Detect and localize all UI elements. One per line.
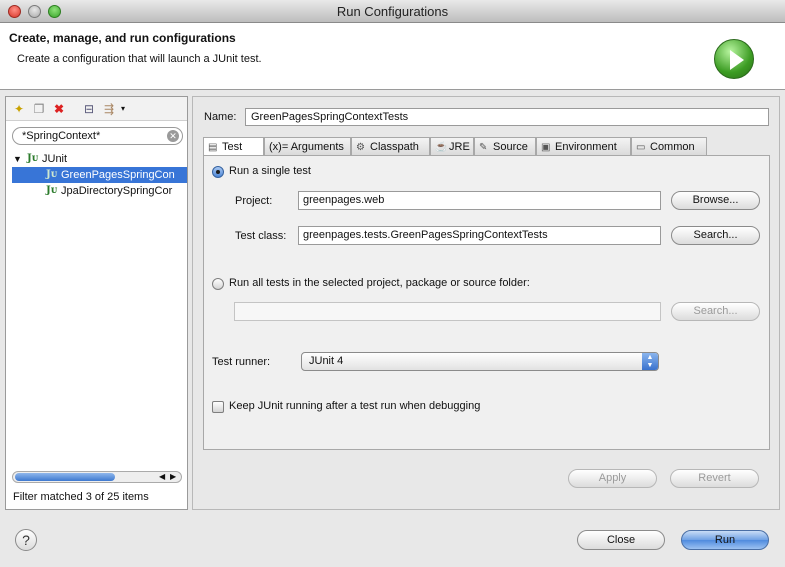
test-class-label: Test class: (235, 230, 287, 242)
close-button[interactable]: Close (577, 530, 665, 550)
project-field[interactable]: greenpages.web (298, 191, 661, 210)
apply-button[interactable]: Apply (568, 469, 657, 488)
test-tab-panel: Run a single test Project: greenpages.we… (203, 155, 770, 450)
tree-item-greenpages[interactable]: Jᴜ GreenPagesSpringCon (12, 167, 187, 183)
junit-icon: Jᴜ (27, 153, 39, 164)
banner-subtitle: Create a configuration that will launch … (17, 53, 262, 65)
collapse-all-icon[interactable]: ⊟ (82, 102, 96, 116)
tab-classpath[interactable]: ⚙ Classpath (351, 137, 430, 156)
header-banner: Create, manage, and run configurations C… (0, 23, 785, 90)
search-button[interactable]: Search... (671, 226, 760, 245)
clear-filter-icon[interactable]: ✕ (167, 130, 179, 142)
tab-arguments[interactable]: (x)= Arguments (264, 137, 351, 156)
horizontal-scrollbar[interactable]: ◀ ▶ (12, 471, 182, 483)
project-label: Project: (235, 195, 273, 207)
banner-title: Create, manage, and run configurations (9, 31, 236, 45)
tab-test[interactable]: ▤ Test (203, 137, 264, 157)
name-label: Name: (204, 111, 237, 123)
tab-common[interactable]: ▭ Common (631, 137, 707, 156)
tree-item-label: JpaDirectorySpringCor (61, 185, 173, 197)
tree-toolbar: ✦ ❐ ✖ ⊟ ⇶ ▾ (6, 97, 187, 121)
scroll-right-icon[interactable]: ▶ (170, 472, 176, 482)
title-bar: Run Configurations (0, 0, 785, 23)
test-runner-select[interactable]: JUnit 4 ▲ ▼ (301, 352, 659, 371)
revert-button[interactable]: Revert (670, 469, 759, 488)
launch-config-tree-panel: ✦ ❐ ✖ ⊟ ⇶ ▾ *SpringContext* ✕ ▼ Jᴜ JUnit… (5, 96, 188, 510)
config-editor-panel: Name: GreenPagesSpringContextTests ▤ Test… (192, 96, 780, 510)
tree-category-label: JUnit (42, 153, 68, 165)
single-test-radio[interactable] (212, 166, 224, 178)
container-field[interactable] (234, 302, 661, 321)
tab-environment[interactable]: ▣ Environment (536, 137, 631, 156)
duplicate-icon[interactable]: ❐ (32, 102, 46, 116)
arguments-icon: (x)= (269, 141, 289, 153)
tree-item-jpadirectory[interactable]: Jᴜ JpaDirectorySpringCor (12, 183, 187, 199)
delete-icon[interactable]: ✖ (52, 102, 66, 116)
scrollbar-thumb[interactable] (15, 473, 115, 481)
single-test-label: Run a single test (229, 165, 311, 177)
all-tests-radio[interactable] (212, 278, 224, 290)
new-config-icon[interactable]: ✦ (12, 102, 26, 116)
filter-input[interactable]: *SpringContext* ✕ (12, 127, 183, 145)
window-title: Run Configurations (336, 4, 449, 19)
filter-value: *SpringContext* (22, 130, 101, 142)
scroll-left-icon[interactable]: ◀ (159, 472, 165, 482)
browse-button[interactable]: Browse... (671, 191, 760, 210)
filter-status: Filter matched 3 of 25 items (13, 491, 149, 503)
help-icon[interactable]: ? (15, 529, 37, 551)
run-icon (714, 39, 754, 79)
keep-running-checkbox[interactable] (212, 401, 224, 413)
expand-triangle-icon[interactable]: ▼ (13, 151, 22, 167)
test-class-field[interactable]: greenpages.tests.GreenPagesSpringContext… (298, 226, 661, 245)
test-runner-value: JUnit 4 (309, 355, 344, 367)
updown-arrows-icon: ▲ ▼ (642, 353, 658, 370)
name-field[interactable]: GreenPagesSpringContextTests (245, 108, 769, 126)
all-tests-label: Run all tests in the selected project, p… (229, 277, 530, 289)
junit-launch-icon: Jᴜ (46, 169, 58, 180)
tree-item-label: GreenPagesSpringCon (61, 169, 175, 181)
tree-category-junit[interactable]: ▼ Jᴜ JUnit (6, 151, 187, 167)
test-runner-label: Test runner: (212, 356, 271, 368)
tab-source[interactable]: ✎ Source (474, 137, 536, 156)
filter-icon[interactable]: ⇶ (102, 102, 116, 116)
run-button[interactable]: Run (681, 530, 769, 550)
tab-jre[interactable]: ☕ JRE (430, 137, 474, 156)
search-container-button[interactable]: Search... (671, 302, 760, 321)
filter-menu-chevron-icon[interactable]: ▾ (116, 102, 130, 116)
junit-launch-icon: Jᴜ (46, 185, 58, 196)
keep-running-label: Keep JUnit running after a test run when… (229, 400, 481, 412)
